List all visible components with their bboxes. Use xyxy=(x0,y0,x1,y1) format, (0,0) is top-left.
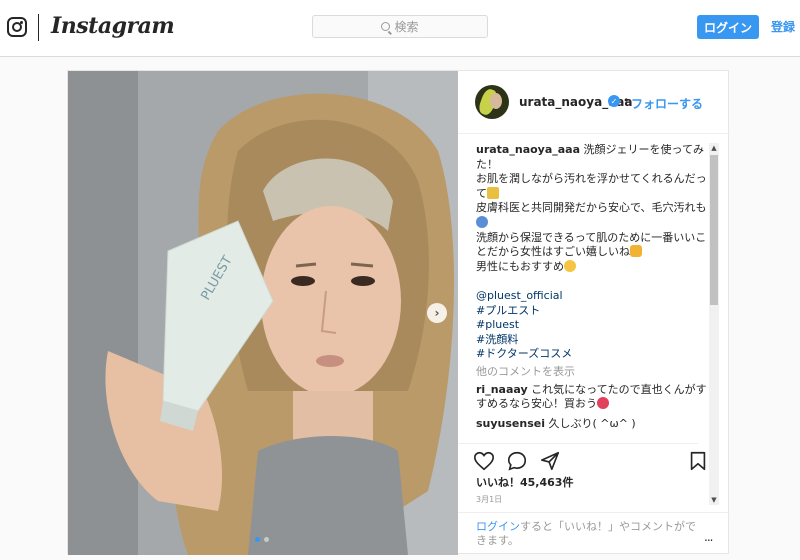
caption-line-3: 皮膚科医と共同開発だから安心で、毛穴汚れも xyxy=(476,201,707,215)
caption-line-2-wrap: お肌を潤しながら汚れを浮かせてくれるんだって xyxy=(476,172,714,201)
heart-eyes-emoji-icon xyxy=(597,397,609,410)
nav-divider xyxy=(38,14,39,41)
search-input[interactable]: 検索 xyxy=(312,15,488,38)
comment-item: suyusensei 久しぶり( ^ω^ ) xyxy=(476,417,714,432)
login-prompt-text: ログインすると「いいね！」やコメントができます。 xyxy=(476,520,706,548)
comment-item: ri_naaay これ気になってたので直也くんがすすめるなら安心！買おう xyxy=(476,383,714,412)
comments-scrollbar[interactable]: ▲ ▼ xyxy=(709,143,719,505)
bookmark-icon[interactable] xyxy=(687,450,709,472)
hashtag-link[interactable]: @pluest_official xyxy=(476,289,714,304)
comment-text: 久しぶり( ^ω^ ) xyxy=(548,416,636,430)
likes-count[interactable]: いいね！45,463件 xyxy=(476,474,573,490)
share-icon[interactable] xyxy=(539,450,561,472)
hashtag-link[interactable]: #pluest xyxy=(476,318,714,333)
post-photo[interactable]: PLUEST › xyxy=(68,71,458,555)
search-placeholder: 検索 xyxy=(394,20,419,34)
post-card: PLUEST › urata_naoya_aaa ✓ • フォローする urat… xyxy=(67,70,730,555)
scroll-down-arrow-icon[interactable]: ▼ xyxy=(709,495,719,505)
heart-icon[interactable] xyxy=(473,450,495,472)
top-navigation: Instagram 検索 ログイン 登録 xyxy=(0,0,800,57)
more-options-icon[interactable]: ... xyxy=(704,530,714,544)
comment-icon[interactable] xyxy=(506,450,528,472)
login-button[interactable]: ログイン xyxy=(697,15,759,39)
caption: urata_naoya_aaa 洗顔ジェリーを使ってみた！ xyxy=(476,143,714,172)
carousel-dot xyxy=(255,537,260,542)
caption-line-2: お肌を潤しながら汚れを浮かせてくれるんだって xyxy=(476,172,707,200)
login-link[interactable]: ログイン xyxy=(476,520,520,533)
sparkle-emoji-icon xyxy=(487,186,499,199)
hashtag-link[interactable]: #プルエスト xyxy=(476,304,714,319)
caption-line-5-wrap: 男性にもおすすめ xyxy=(476,259,714,275)
instagram-logo-icon[interactable] xyxy=(7,17,27,37)
comment-username[interactable]: ri_naaay xyxy=(476,383,528,396)
hashtag-link[interactable]: #ドクターズコスメ xyxy=(476,347,714,362)
caption-line-4-wrap: 洗顔から保湿できるって肌のために一番いいことだから女性はすごい嬉しいね xyxy=(476,231,714,260)
caption-line-5: 男性にもおすすめ xyxy=(476,259,564,273)
signup-link[interactable]: 登録 xyxy=(771,18,795,35)
smile-emoji-icon xyxy=(564,259,576,272)
scroll-thumb[interactable] xyxy=(710,155,718,305)
load-more-comments[interactable]: 他のコメントを表示 xyxy=(476,365,714,380)
post-sidebar: urata_naoya_aaa ✓ • フォローする urata_naoya_a… xyxy=(458,71,730,555)
instagram-wordmark[interactable]: Instagram xyxy=(51,13,175,39)
avatar[interactable] xyxy=(475,85,509,119)
separator-bullet: • xyxy=(623,94,630,107)
follow-button[interactable]: フォローする xyxy=(631,95,703,112)
carousel-dots xyxy=(255,537,269,542)
post-actions xyxy=(458,443,706,473)
caption-line-4: 洗顔から保湿できるって肌のために一番いいことだから女性はすごい嬉しいね xyxy=(476,230,707,259)
scream-emoji-icon xyxy=(476,215,488,228)
login-prompt: ログインすると「いいね！」やコメントができます。 ... xyxy=(458,512,730,555)
verified-icon: ✓ xyxy=(608,95,620,107)
search-icon xyxy=(381,22,391,31)
post-date[interactable]: 3月1日 xyxy=(476,494,502,505)
carousel-dot xyxy=(264,537,269,542)
caption-line-3-wrap: 皮膚科医と共同開発だから安心で、毛穴汚れも xyxy=(476,201,714,230)
post-photo-illustration: PLUEST xyxy=(68,71,458,555)
post-header: urata_naoya_aaa ✓ • フォローする xyxy=(458,71,730,134)
chevron-right-icon[interactable]: › xyxy=(427,303,447,323)
comment-username[interactable]: suyusensei xyxy=(476,417,545,430)
scroll-up-arrow-icon[interactable]: ▲ xyxy=(709,143,719,153)
thumbs-up-emoji-icon xyxy=(630,245,642,258)
hashtag-link[interactable]: #洗顔料 xyxy=(476,333,714,348)
caption-username[interactable]: urata_naoya_aaa xyxy=(476,143,580,156)
